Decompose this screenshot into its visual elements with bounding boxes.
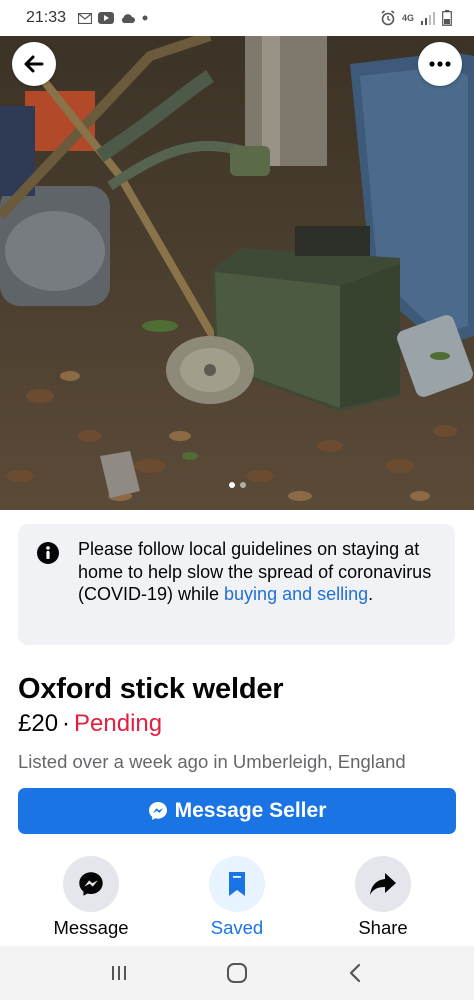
more-dots-icon [429,61,451,67]
chevron-left-icon [349,963,361,983]
price-row: £20 · Pending [18,710,162,738]
more-options-button[interactable] [418,42,462,86]
alarm-icon [381,10,395,26]
youtube-icon [98,12,115,24]
photo-dot[interactable] [239,482,246,488]
photo-pagination [0,482,474,488]
home-button[interactable] [207,953,267,993]
listing-photo-image [0,36,474,510]
share-action-circle[interactable] [355,856,411,912]
message-action-circle[interactable] [63,856,119,912]
gmail-icon [78,12,93,24]
recent-apps-icon [112,966,126,980]
network-type-label: 4G [401,12,414,23]
price-separator: · [62,710,71,737]
bookmark-icon [229,872,245,896]
system-nav-bar [0,946,474,1000]
message-action[interactable]: Message [36,856,146,939]
buying-selling-link[interactable]: buying and selling [224,584,368,604]
back-nav-button[interactable] [325,953,385,993]
battery-icon [442,10,452,26]
message-seller-button[interactable]: Message Seller [18,788,456,834]
listing-status: Pending [74,710,163,737]
listing-meta: Listed over a week ago in Umberleigh, En… [18,751,406,772]
saved-action[interactable]: Saved [182,856,292,939]
signal-icon [421,12,435,25]
status-bar: 21:33 4G [0,0,474,36]
recent-apps-button[interactable] [89,953,149,993]
notice-end: . [368,584,374,604]
photo-dot-active[interactable] [228,482,235,488]
saved-action-label: Saved [210,917,264,938]
messenger-icon [79,872,103,896]
action-row: Message Saved Share [0,856,474,946]
messenger-icon [148,802,167,820]
home-icon [227,963,247,983]
listing-price: £20 [18,710,59,737]
share-icon [370,873,396,895]
share-action-label: Share [358,917,408,938]
status-time: 21:33 [26,9,67,26]
info-icon [37,542,59,564]
covid-notice: Please follow local guidelines on stayin… [18,524,455,645]
arrow-left-icon [24,55,44,73]
notice-text: Please follow local guidelines on stayin… [78,538,437,645]
back-button[interactable] [12,42,56,86]
message-seller-label: Message Seller [174,799,327,822]
listing-title: Oxford stick welder [18,673,284,705]
message-action-label: Message [53,917,129,938]
notification-dot-icon [142,15,148,21]
cloud-icon [121,13,136,23]
listing-photo[interactable] [0,36,474,510]
saved-action-circle[interactable] [209,856,265,912]
share-action[interactable]: Share [328,856,438,939]
